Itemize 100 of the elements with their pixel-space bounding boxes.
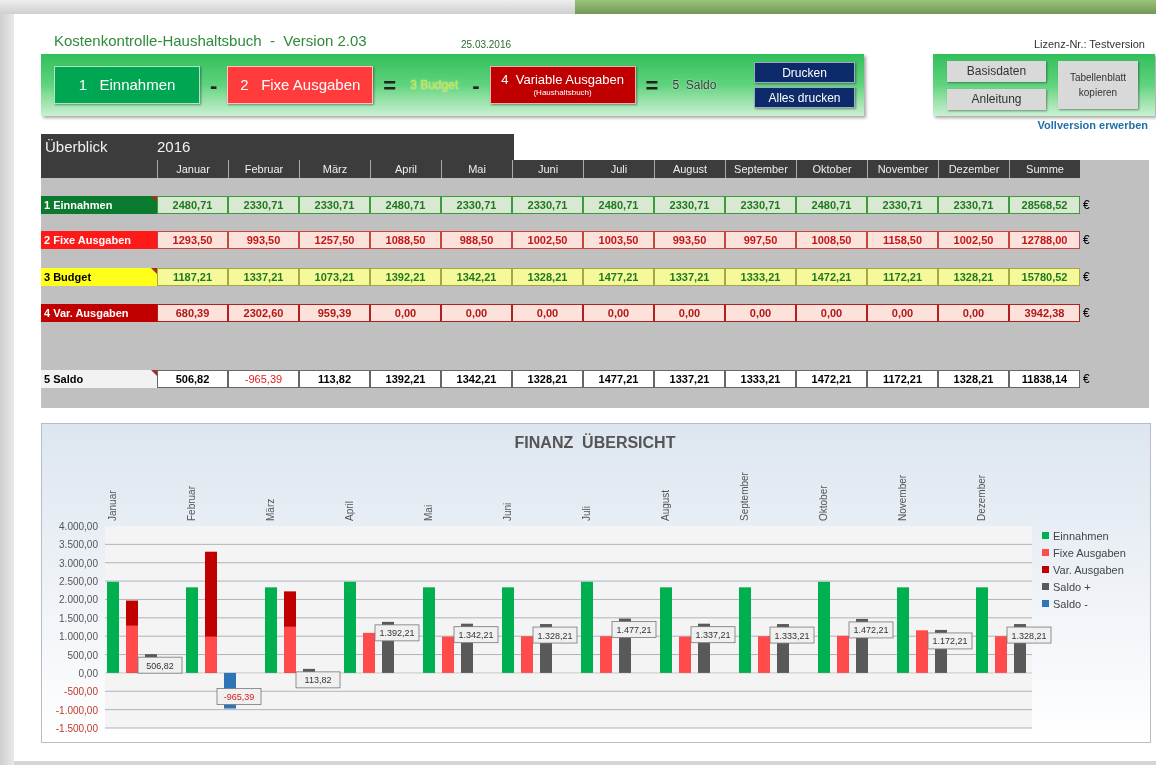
y-tick-label: 2.000,00 — [59, 594, 98, 606]
tool-button[interactable]: Basisdaten — [947, 60, 1046, 82]
y-tick-label: -500,00 — [64, 686, 98, 698]
license-label: Lizenz-Nr.: Testversion — [1033, 36, 1145, 52]
operator-sign: = — [645, 71, 659, 100]
column-header: Dezember — [938, 160, 1009, 178]
y-tick-label: 4.000,00 — [59, 521, 98, 532]
month-label: März — [265, 498, 276, 521]
operator-sign: = — [383, 71, 397, 100]
currency-sign: € — [1083, 371, 1090, 388]
column-header: Februar — [228, 160, 299, 178]
value-cell: 0,00 — [370, 304, 441, 322]
value-cell: 15780,52 — [1009, 268, 1080, 286]
overview-title: Überblick — [45, 136, 109, 157]
value-cell: 1187,21 — [157, 268, 228, 286]
result-label: 5 Saldo — [672, 77, 717, 94]
value-cell: 0,00 — [583, 304, 654, 322]
value-cell: 1328,21 — [512, 370, 583, 388]
chart-bar — [995, 636, 1007, 673]
value-cell: 1472,21 — [796, 370, 867, 388]
row-label: 2 Fixe Ausgaben — [41, 231, 157, 249]
value-cell: 0,00 — [725, 304, 796, 322]
column-header: Juli — [583, 160, 654, 178]
formula-button[interactable]: 2 Fixe Ausgaben — [227, 66, 374, 104]
value-cell: 0,00 — [796, 304, 867, 322]
column-header: September — [725, 160, 796, 178]
value-cell: 1158,50 — [867, 231, 938, 249]
legend-swatch — [1042, 566, 1049, 573]
overview-year: 2016 — [157, 136, 191, 157]
month-label: Juli — [581, 506, 592, 521]
operator-sign: - — [472, 71, 480, 100]
value-cell: 2480,71 — [157, 196, 228, 214]
column-header: Mai — [441, 160, 512, 178]
legend-swatch — [1042, 549, 1049, 556]
value-label: 1.337,21 — [690, 626, 736, 644]
month-label: August — [660, 489, 671, 521]
value-cell: 1337,21 — [228, 268, 299, 286]
value-label: 1.342,21 — [453, 626, 499, 644]
chart-bar — [758, 636, 770, 673]
print-button[interactable]: Drucken — [754, 62, 855, 83]
value-cell: 2330,71 — [654, 196, 725, 214]
value-label: 1.472,21 — [848, 621, 894, 639]
value-cell: 1172,21 — [867, 370, 938, 388]
value-cell: 0,00 — [441, 304, 512, 322]
value-label: 506,82 — [137, 656, 183, 674]
month-label: November — [897, 474, 908, 521]
currency-sign: € — [1083, 197, 1090, 214]
print-button[interactable]: Alles drucken — [754, 87, 855, 108]
value-cell: 1477,21 — [583, 268, 654, 286]
app-title: Kostenkontrolle-Haushaltsbuch - Version 2.03 — [54, 30, 368, 51]
value-cell: 1472,21 — [796, 268, 867, 286]
chart-bar — [916, 630, 928, 673]
chart-bar — [837, 635, 849, 673]
column-header: August — [654, 160, 725, 178]
legend-label: Saldo + — [1053, 581, 1091, 593]
value-cell: 997,50 — [725, 231, 796, 249]
y-tick-label: -1.000,00 — [55, 704, 98, 716]
value-cell: 1337,21 — [654, 268, 725, 286]
value-label: -965,39 — [216, 688, 262, 705]
value-cell: 1392,21 — [370, 268, 441, 286]
legend-label: Saldo - — [1053, 598, 1088, 610]
column-header: November — [867, 160, 938, 178]
column-header: Oktober — [796, 160, 867, 178]
month-label: September — [739, 472, 750, 521]
value-cell: 1342,21 — [441, 268, 512, 286]
value-cell: 2330,71 — [299, 196, 370, 214]
value-label: 1.328,21 — [1006, 626, 1052, 644]
value-cell: 1257,50 — [299, 231, 370, 249]
full-version-link[interactable]: Vollversion erwerben — [1037, 116, 1148, 134]
value-cell: 2302,60 — [228, 304, 299, 322]
chart-bar — [600, 636, 612, 673]
value-cell: 988,50 — [441, 231, 512, 249]
month-label: Mai — [423, 504, 434, 521]
value-cell: 1003,50 — [583, 231, 654, 249]
value-cell: 2480,71 — [370, 196, 441, 214]
month-label: Oktober — [818, 485, 829, 521]
legend-swatch — [1042, 583, 1049, 590]
value-cell: 993,50 — [654, 231, 725, 249]
value-cell: 1333,21 — [725, 370, 796, 388]
column-header: April — [370, 160, 441, 178]
value-cell: 2330,71 — [441, 196, 512, 214]
value-cell: 0,00 — [654, 304, 725, 322]
value-cell: 959,39 — [299, 304, 370, 322]
y-tick-label: 2.500,00 — [59, 576, 98, 588]
value-cell: 2330,71 — [725, 196, 796, 214]
copy-sheet-button[interactable]: Tabellenblatt kopieren — [1058, 61, 1138, 109]
value-cell: 506,82 — [157, 370, 228, 388]
value-cell: 1172,21 — [867, 268, 938, 286]
legend-label: Einnahmen — [1053, 530, 1109, 542]
month-label: Februar — [186, 486, 197, 521]
value-cell: 680,39 — [157, 304, 228, 322]
value-cell: 3942,38 — [1009, 304, 1080, 322]
y-tick-label: 500,00 — [67, 649, 98, 661]
chart-bar — [521, 636, 533, 673]
legend-label: Var. Ausgaben — [1053, 564, 1124, 576]
value-cell: 1328,21 — [938, 268, 1009, 286]
value-label: 1.477,21 — [611, 621, 657, 638]
formula-button[interactable]: 4 Variable Ausgaben (Haushaltsbuch) — [489, 66, 636, 104]
tool-button[interactable]: Anleitung — [947, 88, 1046, 110]
y-tick-label: 3.500,00 — [59, 539, 98, 551]
